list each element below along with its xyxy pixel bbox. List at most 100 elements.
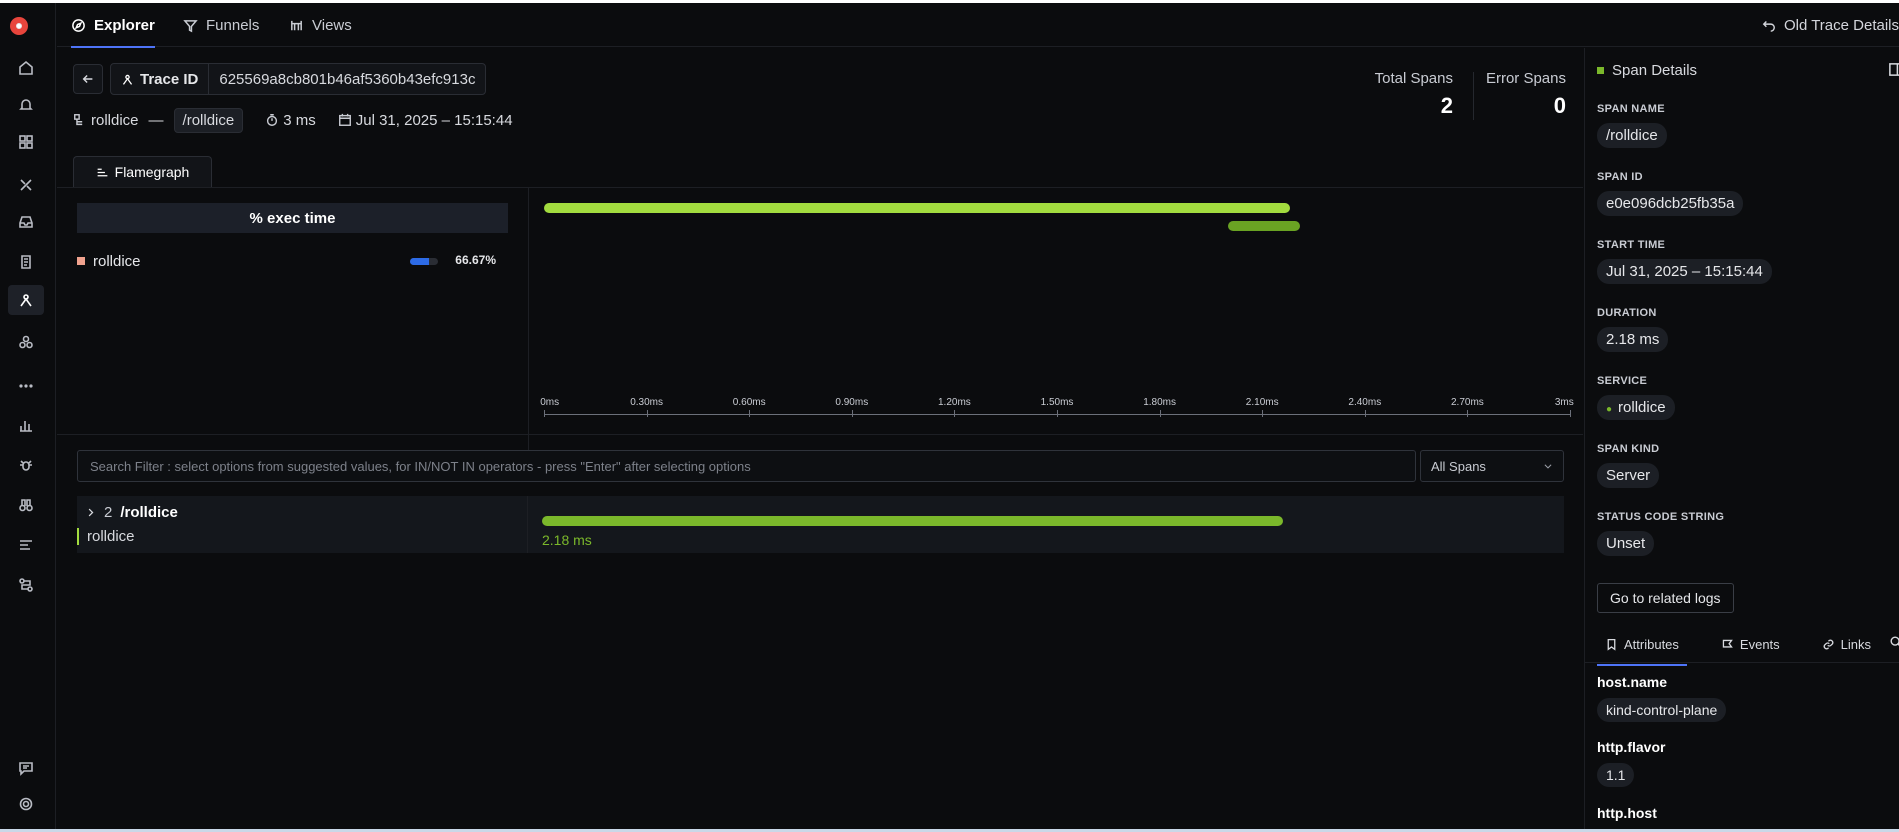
field-key: SPAN ID xyxy=(1597,171,1643,183)
settings-gear-icon[interactable] xyxy=(8,789,44,819)
views-icon xyxy=(291,20,302,30)
integrations-icon[interactable] xyxy=(8,570,44,600)
more-icon[interactable] xyxy=(8,371,44,401)
flamegraph-span-bar[interactable] xyxy=(1228,221,1300,231)
chat-support-icon[interactable] xyxy=(8,753,44,783)
field-span-name: SPAN NAME /rolldice xyxy=(1597,103,1667,148)
alerts-icon[interactable] xyxy=(8,90,44,120)
attribute-http-host: http.host xyxy=(1597,805,1657,821)
inbox-icon[interactable] xyxy=(8,207,44,237)
trace-id-label: Trace ID xyxy=(140,70,199,88)
traces-icon[interactable] xyxy=(8,285,44,315)
field-value-service: ● rolldice xyxy=(1597,395,1675,420)
services-icon[interactable] xyxy=(8,170,44,200)
span-details-header: Span Details xyxy=(1597,62,1697,79)
span-service: rolldice xyxy=(77,528,135,545)
infrastructure-icon[interactable] xyxy=(8,327,44,357)
tab-attributes[interactable]: Attributes xyxy=(1597,628,1687,666)
search-filter-input[interactable]: Search Filter : select options from sugg… xyxy=(77,450,1416,482)
events-icon xyxy=(1722,639,1733,648)
table-row[interactable]: 2 /rolldice rolldice 2.18 ms xyxy=(77,496,1564,553)
bookmark-icon xyxy=(1607,638,1616,651)
axis-tick-mark xyxy=(749,410,751,417)
tab-explorer[interactable]: Explorer xyxy=(71,3,155,48)
axis-tick-mark xyxy=(1262,410,1264,417)
tab-flamegraph[interactable]: Flamegraph xyxy=(73,156,212,187)
divider xyxy=(57,187,1583,188)
exec-percent-fill xyxy=(410,258,429,265)
exec-service: rolldice xyxy=(93,252,141,270)
exec-percent: 66.67% xyxy=(455,253,496,267)
axis-tick-label: 0.30ms xyxy=(630,397,663,408)
flamegraph-span-bar[interactable] xyxy=(544,203,1290,213)
field-span-kind: SPAN KIND Server xyxy=(1597,443,1660,488)
attribute-key: http.host xyxy=(1597,805,1657,821)
go-to-related-logs-button[interactable]: Go to related logs xyxy=(1597,583,1734,613)
span-details-title: Span Details xyxy=(1612,62,1698,79)
trace-id-label-wrap: Trace ID xyxy=(111,64,210,94)
logs-icon[interactable] xyxy=(8,247,44,277)
binoculars-icon[interactable] xyxy=(8,490,44,520)
exec-time-row: rolldice 66.67% xyxy=(77,251,508,271)
tab-events-label: Events xyxy=(1739,636,1780,652)
exec-time-header: % exec time xyxy=(77,203,508,233)
exceptions-bug-icon[interactable] xyxy=(8,450,44,480)
back-button[interactable] xyxy=(73,64,103,94)
tab-attributes-label: Attributes xyxy=(1624,636,1679,652)
trace-id-box[interactable]: Trace ID 625569a8cb801b46af5360b43efc913… xyxy=(110,63,487,95)
tab-views[interactable]: Views xyxy=(289,3,352,47)
span-name-wrap: 2 /rolldice xyxy=(85,504,178,521)
total-spans-value: 2 xyxy=(1440,93,1453,118)
dashboards-icon[interactable] xyxy=(8,127,44,157)
service-dot-icon: ● xyxy=(1606,404,1613,415)
tab-links[interactable]: Links xyxy=(1814,628,1879,660)
status-dot xyxy=(1597,67,1604,74)
metrics-icon[interactable] xyxy=(8,410,44,440)
divider xyxy=(57,434,1583,435)
top-navigation: Explorer Funnels Views Old Trace Details xyxy=(57,3,1899,48)
pipelines-icon[interactable] xyxy=(8,530,44,560)
axis-tick-label: 2.40ms xyxy=(1348,397,1382,408)
home-icon[interactable] xyxy=(8,53,44,83)
detail-tabs: Attributes Events Links xyxy=(1597,628,1879,666)
service-value: rolldice xyxy=(1618,399,1666,416)
error-spans-stat: Error Spans 0 xyxy=(1486,70,1566,119)
field-service: SERVICE ● rolldice xyxy=(1597,375,1675,420)
chevron-right-icon[interactable] xyxy=(85,507,96,518)
axis-tick-label: 0.90ms xyxy=(835,397,869,408)
search-icon[interactable] xyxy=(1889,635,1899,649)
attribute-key: host.name xyxy=(1597,674,1668,690)
duration-tag: 3 ms xyxy=(265,112,316,129)
undo-icon xyxy=(1762,21,1775,32)
divider xyxy=(1585,662,1899,663)
span-type-select[interactable]: All Spans xyxy=(1420,450,1564,482)
field-value: Server xyxy=(1597,463,1660,488)
flamegraph-divider xyxy=(528,188,529,482)
axis-tick-mark xyxy=(1364,410,1366,417)
span-tree-cell: 2 /rolldice rolldice xyxy=(77,496,528,553)
field-span-id: SPAN ID e0e096dcb25fb35a xyxy=(1597,171,1744,216)
funnel-icon xyxy=(183,19,198,32)
tab-links-label: Links xyxy=(1840,636,1872,652)
link-icon xyxy=(1823,639,1834,649)
tab-views-label: Views xyxy=(312,16,352,34)
old-trace-details-button[interactable]: Old Trace Details xyxy=(1762,3,1899,47)
attribute-value: 1.1 xyxy=(1597,763,1635,787)
field-value: Jul 31, 2025 – 15:15:44 xyxy=(1597,259,1772,284)
field-duration: DURATION 2.18 ms xyxy=(1597,307,1669,352)
field-value: 2.18 ms xyxy=(1597,327,1669,352)
field-value: e0e096dcb25fb35a xyxy=(1597,191,1744,216)
left-sidebar xyxy=(0,3,56,829)
tab-funnels[interactable]: Funnels xyxy=(183,3,259,47)
field-start-time: START TIME Jul 31, 2025 – 15:15:44 xyxy=(1597,239,1772,284)
service-icon xyxy=(74,114,83,126)
stat-divider xyxy=(1473,72,1474,120)
axis-tick-label: 3ms xyxy=(1554,397,1574,408)
field-value: /rolldice xyxy=(1597,123,1667,148)
signoz-logo-icon[interactable] xyxy=(10,17,28,35)
tab-explorer-label: Explorer xyxy=(94,16,155,34)
collapse-panel-icon[interactable] xyxy=(1888,62,1899,77)
tab-events[interactable]: Events xyxy=(1713,628,1788,660)
span-duration-bar[interactable] xyxy=(542,516,1283,526)
error-spans-value: 0 xyxy=(1553,93,1566,118)
